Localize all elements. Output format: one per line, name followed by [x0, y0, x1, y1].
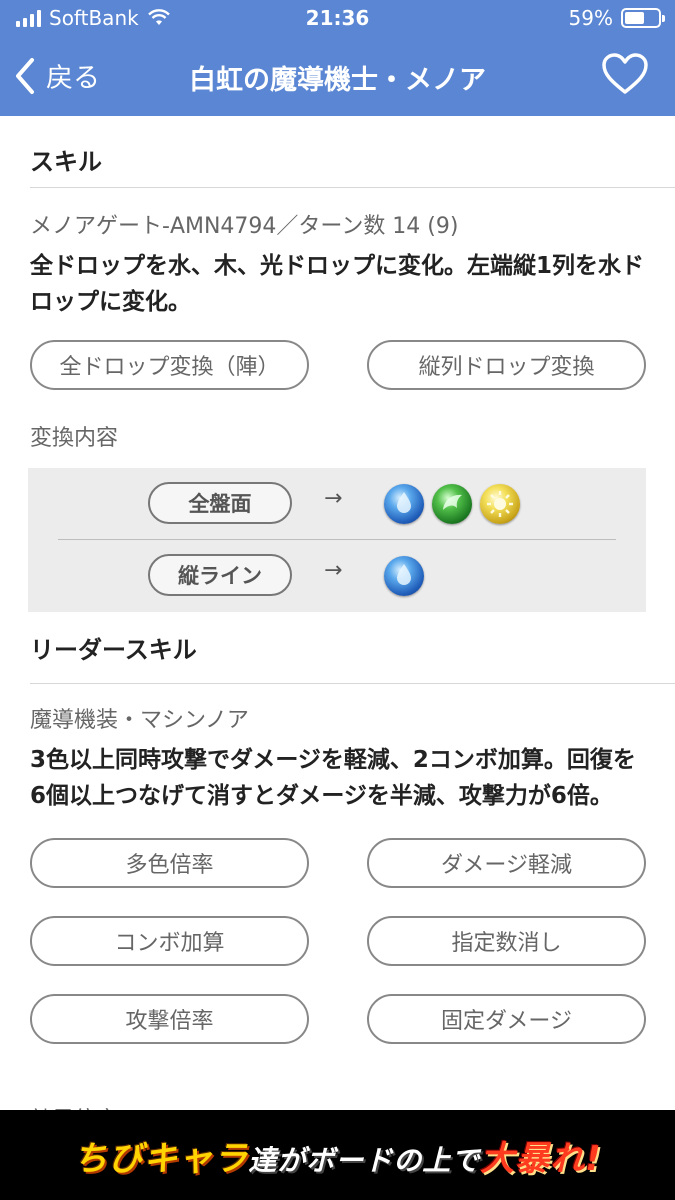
chevron-left-icon [16, 57, 34, 94]
banner-text-part2: 達がボードの上で [248, 1143, 481, 1177]
light-orb-icon [480, 484, 520, 524]
water-orb-icon [384, 484, 424, 524]
skill-description: 全ドロップを水、木、光ドロップに変化。左端縦1列を水ドロップに変化。 [30, 253, 645, 315]
water-orb-icon [384, 556, 424, 596]
leader-skill-tag[interactable]: 指定数消し [367, 916, 646, 966]
leader-skill-section-header: リーダースキル [30, 612, 675, 684]
leader-skill-tag[interactable]: 多色倍率 [30, 838, 309, 888]
skill-section-header: スキル [30, 116, 675, 188]
skill-name: メノアゲート-AMN4794／ターン数 14 (9) [30, 214, 459, 239]
leader-skill-name: 魔導機装・マシンノア [30, 708, 249, 733]
arrow-icon: → [324, 486, 343, 511]
arrow-icon: → [324, 558, 343, 583]
conversion-table: 全盤面 → 縦ライン → [28, 468, 646, 612]
wood-orb-icon [432, 484, 472, 524]
leader-skill-tag[interactable]: 固定ダメージ [367, 994, 646, 1044]
banner-text-part3: 大暴れ! [480, 1138, 602, 1179]
conversion-row: 全盤面 → [28, 468, 646, 540]
monster-detail-content[interactable]: スキル メノアゲート-AMN4794／ターン数 14 (9) 全ドロップを水、木… [0, 116, 675, 1110]
banner-text-part1: ちびキャラ [73, 1138, 249, 1179]
conversion-row: 縦ライン → [28, 540, 646, 612]
leader-skill-tag[interactable]: ダメージ軽減 [367, 838, 646, 888]
orb-list [384, 484, 520, 524]
area-pill: 縦ライン [148, 554, 292, 596]
skill-tag[interactable]: 全ドロップ変換（陣） [30, 340, 309, 390]
back-button[interactable]: 戻る [14, 56, 100, 95]
favorite-button[interactable] [601, 52, 649, 100]
status-bar: SoftBank 21:36 59% [0, 0, 675, 38]
battery-icon [621, 8, 665, 28]
area-pill: 全盤面 [148, 482, 292, 524]
back-label: 戻る [46, 63, 100, 94]
banner-text: ちびキャラ達がボードの上で大暴れ! [73, 1131, 602, 1180]
ad-banner[interactable]: ちびキャラ達がボードの上で大暴れ! [0, 1110, 675, 1200]
conversion-label: 変換内容 [30, 426, 119, 451]
leader-skill-tag[interactable]: 攻撃倍率 [30, 994, 309, 1044]
battery-percent: 59% [568, 6, 613, 30]
skill-tag-list: 全ドロップ変換（陣） 縦列ドロップ変換 [0, 340, 675, 390]
heart-icon [602, 53, 648, 94]
next-section-label: 効果倍率 [30, 1102, 118, 1110]
leader-skill-tag[interactable]: コンボ加算 [30, 916, 309, 966]
leader-skill-description: 3色以上同時攻撃でダメージを軽減、2コンボ加算。回復を6個以上つなげて消すとダメ… [30, 747, 636, 809]
page-title: 白虹の魔導機士・メノア [189, 65, 486, 96]
skill-tag[interactable]: 縦列ドロップ変換 [367, 340, 646, 390]
orb-list [384, 556, 424, 596]
leader-skill-tag-list: 多色倍率 ダメージ軽減 コンボ加算 指定数消し 攻撃倍率 固定ダメージ [0, 838, 675, 1044]
battery-area: 59% [568, 6, 665, 30]
leader-skill-section-header-wrap: リーダースキル [0, 612, 675, 684]
skill-section-header-wrap: スキル [0, 116, 675, 188]
navigation-bar: 戻る 白虹の魔導機士・メノア [0, 38, 675, 116]
